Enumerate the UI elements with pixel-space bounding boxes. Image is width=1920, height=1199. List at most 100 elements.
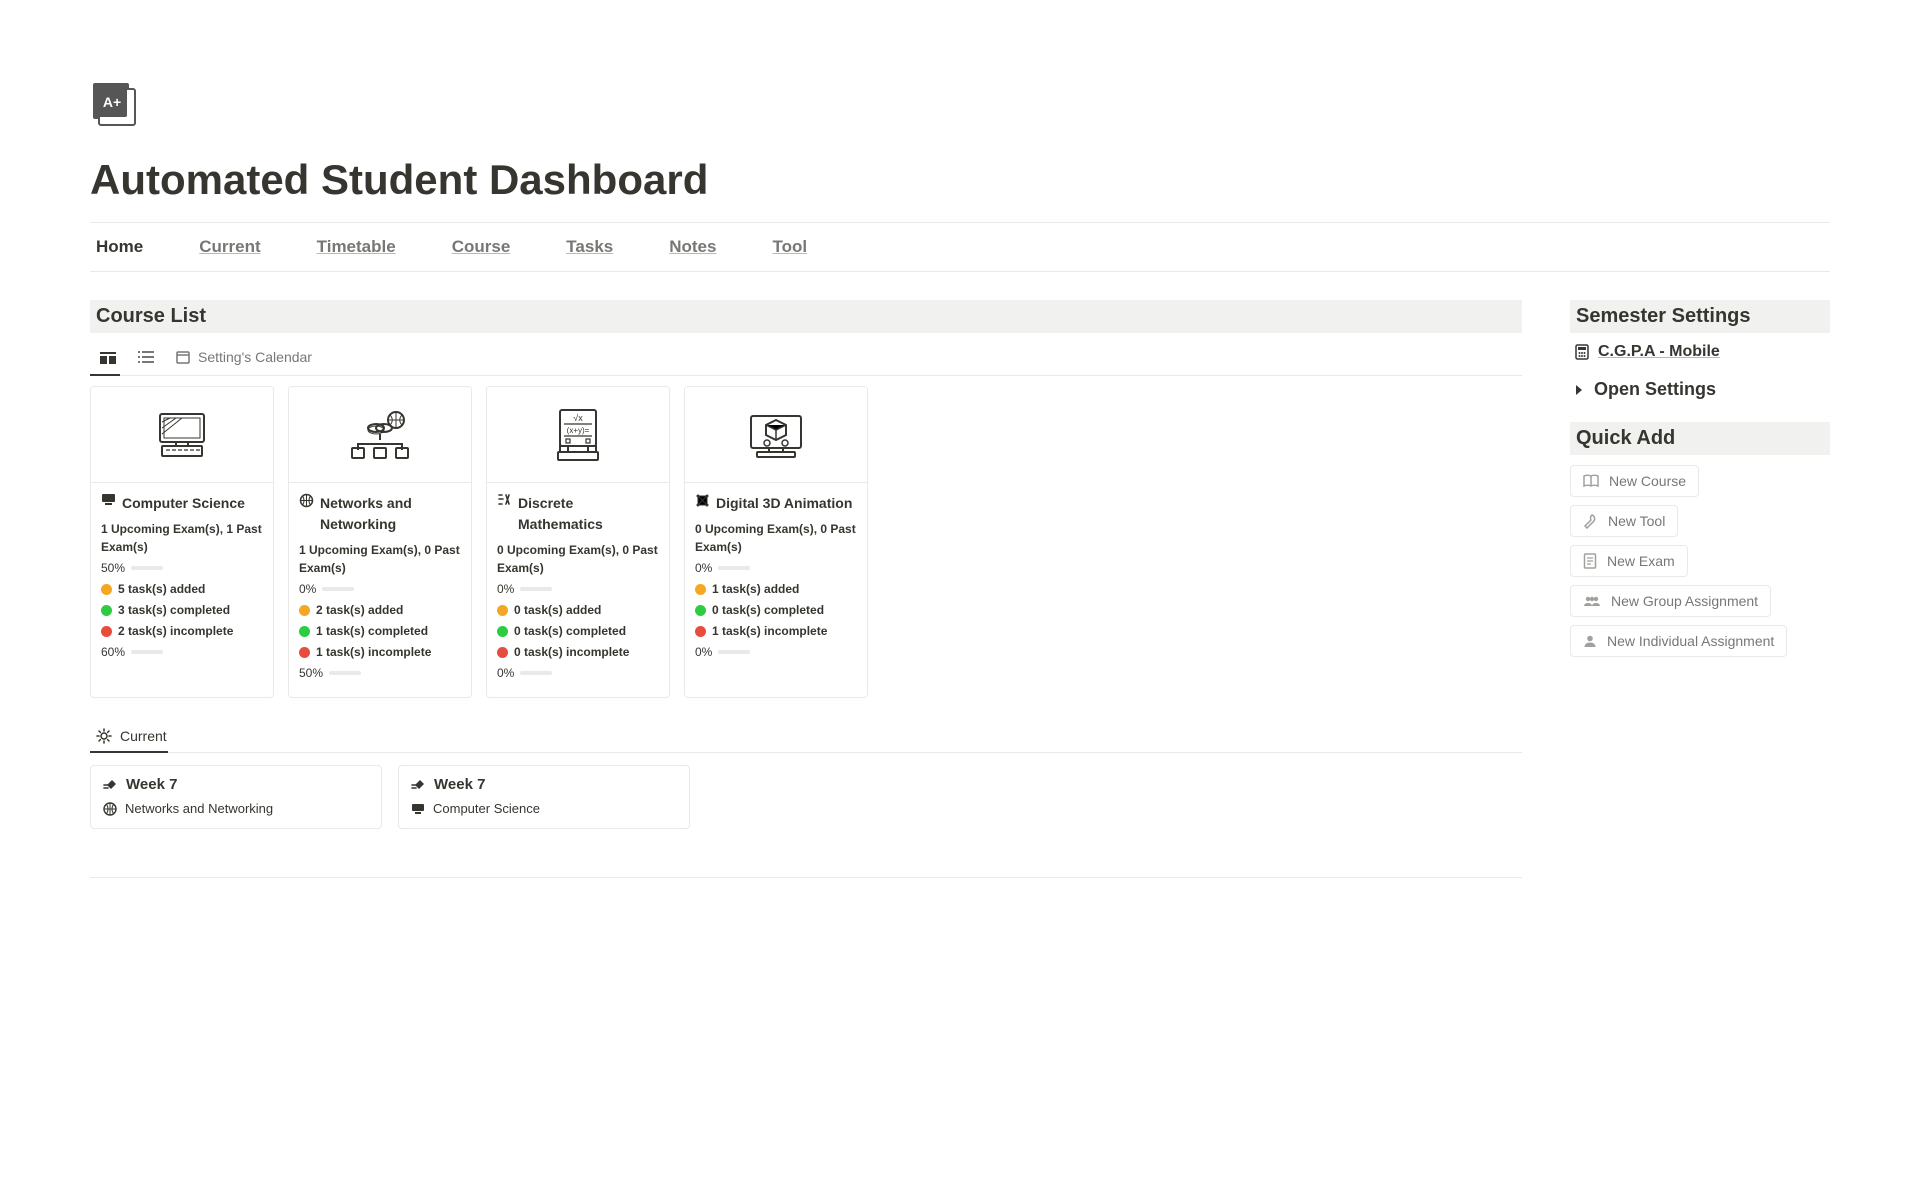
tab-current[interactable]: Current — [199, 237, 260, 257]
page-title: Automated Student Dashboard — [90, 156, 1830, 204]
tasks-incomplete: 0 task(s) incomplete — [514, 643, 629, 661]
quick-add-header: Quick Add — [1570, 422, 1830, 455]
person-icon — [1583, 634, 1597, 648]
semester-settings-header: Semester Settings — [1570, 300, 1830, 333]
progress1-label: 0% — [695, 559, 712, 577]
tasks-incomplete: 1 task(s) incomplete — [712, 622, 827, 640]
nav-tabs: Home Current Timetable Course Tasks Note… — [90, 222, 1830, 272]
quick-add-new-individual-assignment[interactable]: New Individual Assignment — [1570, 625, 1787, 657]
course-title: Computer Science — [122, 493, 263, 514]
current-tabs: Current — [90, 720, 1522, 753]
exam-summary: 0 Upcoming Exam(s), 0 Past Exam(s) — [497, 541, 659, 577]
gallery-view-icon[interactable] — [100, 350, 116, 364]
open-settings-toggle[interactable]: Open Settings — [1574, 379, 1830, 400]
dot-added-icon — [299, 605, 310, 616]
dot-incomplete-icon — [695, 626, 706, 637]
list-view-icon[interactable] — [138, 350, 154, 364]
tasks-completed: 3 task(s) completed — [118, 601, 230, 619]
tasks-completed: 0 task(s) completed — [712, 601, 824, 619]
current-tab-label[interactable]: Current — [120, 728, 167, 744]
cgpa-mobile-link[interactable]: C.G.P.A - Mobile — [1574, 343, 1826, 361]
week-course-icon — [103, 802, 117, 816]
course-title: Networks and Networking — [320, 493, 461, 535]
bottom-divider — [90, 877, 1522, 878]
course-card[interactable]: Networks and Networking 1 Upcoming Exam(… — [288, 386, 472, 698]
open-settings-label: Open Settings — [1594, 379, 1716, 400]
tab-notes[interactable]: Notes — [669, 237, 716, 257]
calendar-view-label: Setting's Calendar — [198, 349, 312, 365]
tab-course[interactable]: Course — [452, 237, 511, 257]
dot-added-icon — [497, 605, 508, 616]
course-card[interactable]: Digital 3D Animation 0 Upcoming Exam(s),… — [684, 386, 868, 698]
current-active-underline — [90, 751, 168, 753]
dot-completed-icon — [101, 605, 112, 616]
svg-text:A+: A+ — [103, 94, 121, 110]
quick-add-new-course[interactable]: New Course — [1570, 465, 1699, 497]
progress1-bar — [131, 566, 163, 570]
course-cards: Computer Science 1 Upcoming Exam(s), 1 P… — [90, 386, 1522, 698]
tasks-added: 0 task(s) added — [514, 601, 601, 619]
wrench-icon — [1583, 514, 1598, 529]
progress1-label: 0% — [299, 580, 316, 598]
week-card[interactable]: Week 7 Networks and Networking — [90, 765, 382, 829]
course-type-icon — [299, 493, 314, 508]
dot-added-icon — [101, 584, 112, 595]
course-illustration — [91, 387, 273, 483]
course-type-icon — [695, 493, 710, 508]
week-course: Computer Science — [433, 801, 540, 816]
course-type-icon — [497, 493, 512, 506]
course-illustration: √x (x+y)= — [487, 387, 669, 483]
tab-timetable[interactable]: Timetable — [317, 237, 396, 257]
course-list-header: Course List — [90, 300, 1522, 333]
progress2-label: 0% — [497, 664, 514, 682]
group-icon — [1583, 595, 1601, 607]
tasks-added: 5 task(s) added — [118, 580, 205, 598]
tasks-incomplete: 2 task(s) incomplete — [118, 622, 233, 640]
dot-incomplete-icon — [497, 647, 508, 658]
course-card[interactable]: √x (x+y)= Discrete Mathematics 0 Upcoming… — [486, 386, 670, 698]
progress2-label: 60% — [101, 643, 125, 661]
tasks-added: 2 task(s) added — [316, 601, 403, 619]
tasks-added: 1 task(s) added — [712, 580, 799, 598]
sun-icon — [96, 728, 112, 744]
tab-tasks[interactable]: Tasks — [566, 237, 613, 257]
dot-completed-icon — [497, 626, 508, 637]
quick-add-label: New Exam — [1607, 553, 1675, 569]
quick-add-new-tool[interactable]: New Tool — [1570, 505, 1678, 537]
cgpa-label: C.G.P.A - Mobile — [1598, 343, 1720, 361]
exam-summary: 1 Upcoming Exam(s), 1 Past Exam(s) — [101, 520, 263, 556]
dot-completed-icon — [299, 626, 310, 637]
svg-text:√x: √x — [573, 413, 583, 423]
tasks-completed: 0 task(s) completed — [514, 622, 626, 640]
week-course: Networks and Networking — [125, 801, 273, 816]
course-title: Digital 3D Animation — [716, 493, 857, 514]
page-icon: A+ — [90, 80, 148, 138]
course-card[interactable]: Computer Science 1 Upcoming Exam(s), 1 P… — [90, 386, 274, 698]
tab-tool[interactable]: Tool — [772, 237, 807, 257]
week-card[interactable]: Week 7 Computer Science — [398, 765, 690, 829]
svg-text:(x+y)=: (x+y)= — [567, 426, 590, 435]
exam-summary: 1 Upcoming Exam(s), 0 Past Exam(s) — [299, 541, 461, 577]
progress1-label: 0% — [497, 580, 514, 598]
exam-icon — [1583, 553, 1597, 569]
progress2-bar — [718, 650, 750, 654]
progress2-label: 0% — [695, 643, 712, 661]
active-view-underline — [90, 374, 120, 376]
week-cards: Week 7 Networks and Networking Week 7 Co… — [90, 765, 1522, 829]
quick-add-new-exam[interactable]: New Exam — [1570, 545, 1688, 577]
calculator-icon — [1574, 344, 1590, 360]
progress2-bar — [329, 671, 361, 675]
tab-home[interactable]: Home — [96, 237, 143, 257]
dot-added-icon — [695, 584, 706, 595]
course-type-icon — [101, 493, 116, 506]
quick-add-label: New Individual Assignment — [1607, 633, 1774, 649]
course-illustration — [289, 387, 471, 483]
quick-add-new-group-assignment[interactable]: New Group Assignment — [1570, 585, 1771, 617]
calendar-view-tab[interactable]: Setting's Calendar — [176, 349, 312, 365]
dot-completed-icon — [695, 605, 706, 616]
pencil-lines-icon — [411, 778, 426, 791]
progress1-bar — [520, 587, 552, 591]
course-title: Discrete Mathematics — [518, 493, 659, 535]
quick-add-label: New Tool — [1608, 513, 1665, 529]
exam-summary: 0 Upcoming Exam(s), 0 Past Exam(s) — [695, 520, 857, 556]
